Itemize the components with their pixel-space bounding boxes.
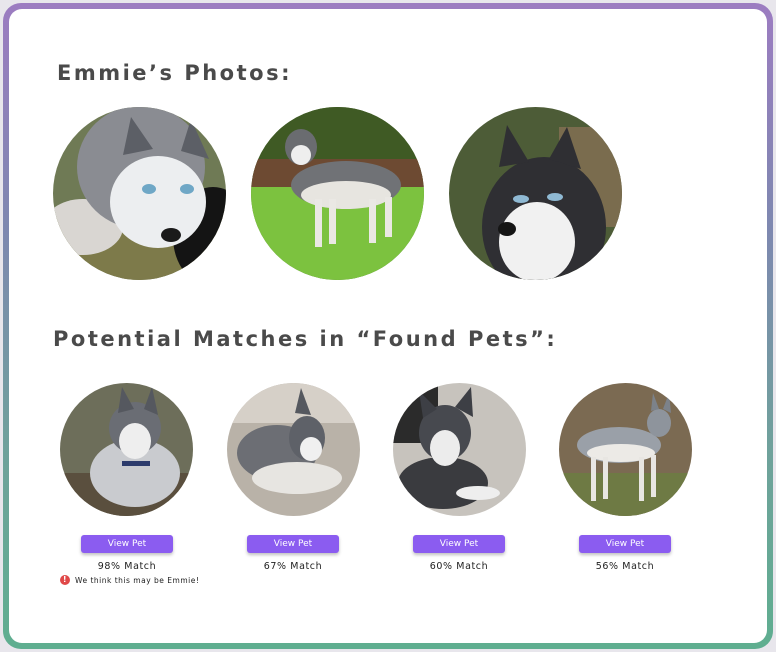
emmie-photo-3[interactable] <box>449 107 622 280</box>
top-match-note: ! We think this may be Emmie! <box>60 575 199 585</box>
emmie-photo-1[interactable] <box>53 107 226 280</box>
main-card: Emmie’s Photos: Potential Matches in “Fo… <box>9 9 767 643</box>
view-pet-button-3[interactable]: View Pet <box>413 535 505 553</box>
match-percent-2: 67% Match <box>263 561 323 572</box>
match-photo-1[interactable] <box>60 383 193 516</box>
photos-title: Emmie’s Photos: <box>57 61 292 85</box>
matches-title: Potential Matches in “Found Pets”: <box>53 327 558 351</box>
match-photo-4[interactable] <box>559 383 692 516</box>
alert-circle-icon: ! <box>60 575 70 585</box>
view-pet-button-1[interactable]: View Pet <box>81 535 173 553</box>
match-percent-3: 60% Match <box>429 561 489 572</box>
view-pet-button-2[interactable]: View Pet <box>247 535 339 553</box>
match-photo-2[interactable] <box>227 383 360 516</box>
match-percent-4: 56% Match <box>595 561 655 572</box>
view-pet-button-4[interactable]: View Pet <box>579 535 671 553</box>
top-match-note-text: We think this may be Emmie! <box>75 575 200 585</box>
match-percent-1: 98% Match <box>97 561 157 572</box>
match-photo-3[interactable] <box>393 383 526 516</box>
app-frame: Emmie’s Photos: Potential Matches in “Fo… <box>3 3 773 649</box>
emmie-photo-2[interactable] <box>251 107 424 280</box>
